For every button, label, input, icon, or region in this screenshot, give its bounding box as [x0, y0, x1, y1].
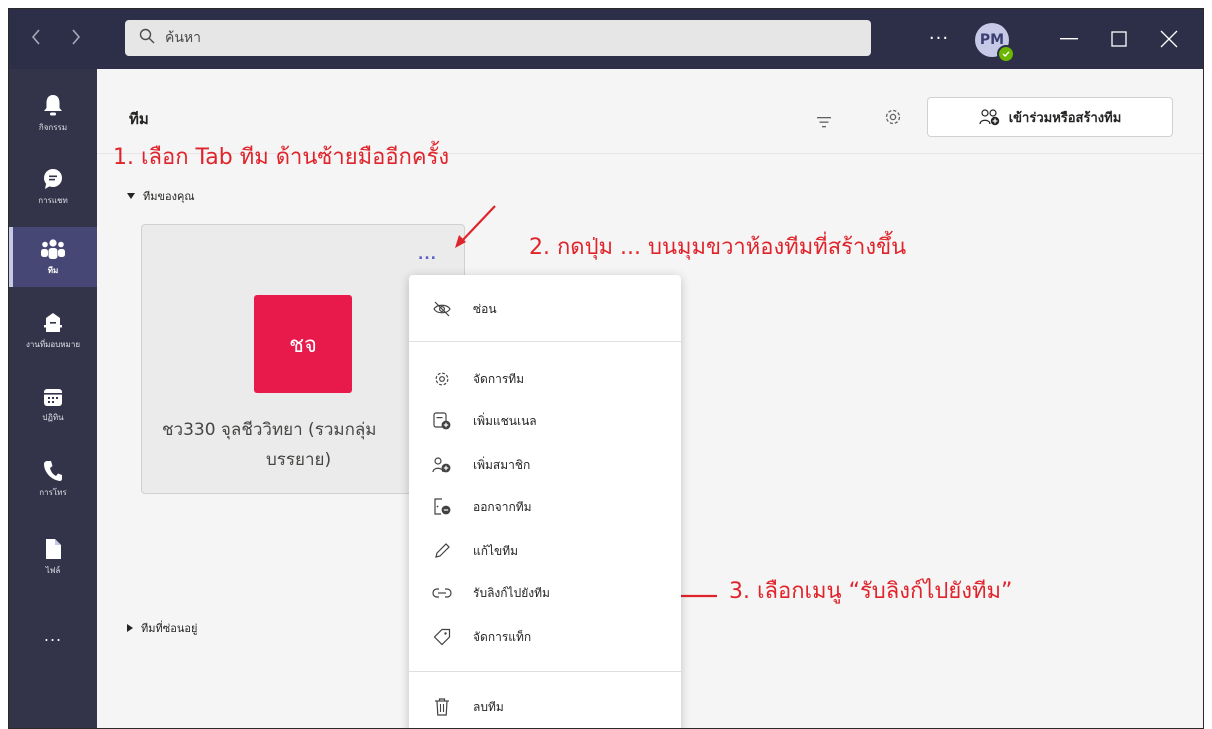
chat-icon	[44, 168, 62, 189]
menu-item-label: ออกจากทีม	[473, 499, 532, 514]
rail-label: ปฏิทิน	[42, 412, 64, 422]
menu-item-label: เพิ่มแชนเนล	[473, 413, 537, 428]
rail-more-apps-button[interactable]: ...	[9, 613, 97, 657]
rail-label: ทีม	[47, 265, 59, 275]
rail-item-chat[interactable]: การแชท	[9, 157, 97, 217]
rail-label: ไฟล์	[45, 565, 61, 575]
hidden-teams-section-toggle[interactable]: ทีมที่ซ่อนอยู่	[127, 619, 197, 637]
team-avatar-tile: ชจ	[254, 295, 352, 393]
rail-item-calendar[interactable]: ปฏิทิน	[9, 375, 97, 435]
close-icon	[1160, 30, 1178, 48]
menu-item-label: ซ่อน	[473, 301, 497, 316]
menu-divider	[409, 671, 681, 672]
menu-item-add-member[interactable]: เพิ่มสมาชิก	[409, 447, 681, 483]
menu-item-manage-tags[interactable]: จัดการแท็ก	[409, 619, 681, 655]
presence-available-icon	[997, 45, 1015, 63]
file-icon	[46, 538, 61, 559]
rail-item-activity[interactable]: กิจกรรม	[9, 83, 97, 143]
search-input[interactable]	[163, 29, 807, 47]
section-label: ทีมของคุณ	[143, 190, 195, 203]
team-more-options-button[interactable]: ...	[418, 247, 437, 263]
add-channel-icon	[429, 412, 455, 430]
teams-icon	[41, 238, 65, 259]
phone-icon	[44, 460, 62, 481]
minimize-icon	[1060, 38, 1078, 40]
menu-divider	[409, 341, 681, 342]
leave-team-icon	[429, 498, 455, 516]
annotation-step-1: 1. เลือก Tab ทีม ด้านซ้ายมืออีกครั้ง	[113, 145, 450, 170]
join-or-create-team-button[interactable]: เข้าร่วมหรือสร้างทีม	[927, 97, 1173, 137]
more-apps-icon: ...	[43, 625, 63, 645]
annotation-step-3: 3. เลือกเมนู “รับลิงก์ไปยังทีม”	[729, 579, 1013, 604]
minimize-button[interactable]	[1055, 25, 1083, 53]
history-nav	[27, 25, 85, 49]
menu-item-manage-team[interactable]: จัดการทีม	[409, 361, 681, 397]
menu-item-label: รับลิงก์ไปยังทีม	[473, 585, 550, 600]
rail-label: งานที่มอบหมาย	[25, 339, 81, 349]
menu-item-label: จัดการแท็ก	[473, 629, 532, 644]
search-box[interactable]	[125, 20, 871, 56]
search-icon	[139, 28, 155, 48]
join-button-label: เข้าร่วมหรือสร้างทีม	[1008, 110, 1122, 126]
rail-label: การแชท	[38, 195, 68, 205]
bell-icon	[44, 94, 62, 115]
maximize-button[interactable]	[1105, 25, 1133, 53]
filter-icon[interactable]	[817, 113, 831, 132]
team-initials: ชจ	[289, 332, 317, 358]
gear-icon	[429, 370, 455, 388]
menu-item-leave-team[interactable]: ออกจากทีม	[409, 489, 681, 525]
team-name-line-1: ชว330 จุลชีววิทยา (รวมกลุ่ม	[162, 420, 377, 440]
menu-item-edit-team[interactable]: แก้ไขทีม	[409, 533, 681, 569]
your-teams-section-toggle[interactable]: ทีมของคุณ	[127, 187, 195, 205]
chevron-down-icon	[127, 193, 135, 199]
rail-label: การโทร	[39, 487, 67, 497]
teams-window: ... PM กิจกรรม การแชท ทีม	[8, 8, 1204, 729]
menu-item-hide[interactable]: ซ่อน	[409, 291, 681, 327]
team-context-menu: ซ่อน จัดการทีม เพิ่มแชนเนล เพิ่มสมาชิก อ…	[409, 275, 681, 728]
section-label: ทีมที่ซ่อนอยู่	[141, 622, 198, 635]
add-member-icon	[429, 456, 455, 474]
rail-item-assignments[interactable]: งานที่มอบหมาย	[9, 301, 97, 361]
rail-item-teams[interactable]: ทีม	[9, 227, 97, 287]
rail-label: กิจกรรม	[38, 122, 68, 132]
assignments-icon	[44, 312, 62, 332]
page-title: ทีม	[129, 110, 149, 128]
trash-icon	[429, 698, 455, 716]
pencil-icon	[429, 542, 455, 560]
menu-item-label: แก้ไขทีม	[473, 543, 519, 558]
forward-arrow-icon[interactable]	[67, 25, 85, 49]
menu-item-label: จัดการทีม	[473, 371, 525, 386]
link-icon	[429, 587, 455, 599]
annotation-step-2: 2. กดปุ่ม ... บนมุมขวาห้องทีมที่สร้างขึ้…	[529, 235, 907, 260]
profile-avatar[interactable]: PM	[975, 23, 1015, 63]
app-rail: กิจกรรม การแชท ทีม งานที่มอบหมาย ปฏิทิน …	[9, 69, 97, 728]
menu-item-add-channel[interactable]: เพิ่มแชนเนล	[409, 403, 681, 439]
tag-icon	[429, 628, 455, 646]
add-team-icon	[979, 109, 999, 126]
menu-item-label: เพิ่มสมาชิก	[473, 457, 531, 472]
calendar-icon	[44, 388, 62, 406]
rail-item-calls[interactable]: การโทร	[9, 449, 97, 509]
gear-icon[interactable]	[883, 107, 903, 131]
more-options-button[interactable]: ...	[927, 25, 951, 51]
back-arrow-icon[interactable]	[27, 25, 45, 49]
menu-item-label: ลบทีม	[473, 699, 504, 714]
eye-off-icon	[429, 301, 455, 317]
menu-item-get-team-link[interactable]: รับลิงก์ไปยังทีม	[409, 575, 681, 611]
close-button[interactable]	[1155, 25, 1183, 53]
rail-item-files[interactable]: ไฟล์	[9, 527, 97, 587]
title-bar: ... PM	[9, 9, 1203, 69]
menu-item-delete-team[interactable]: ลบทีม	[409, 689, 681, 725]
chevron-right-icon	[127, 624, 133, 632]
maximize-icon	[1111, 31, 1127, 47]
